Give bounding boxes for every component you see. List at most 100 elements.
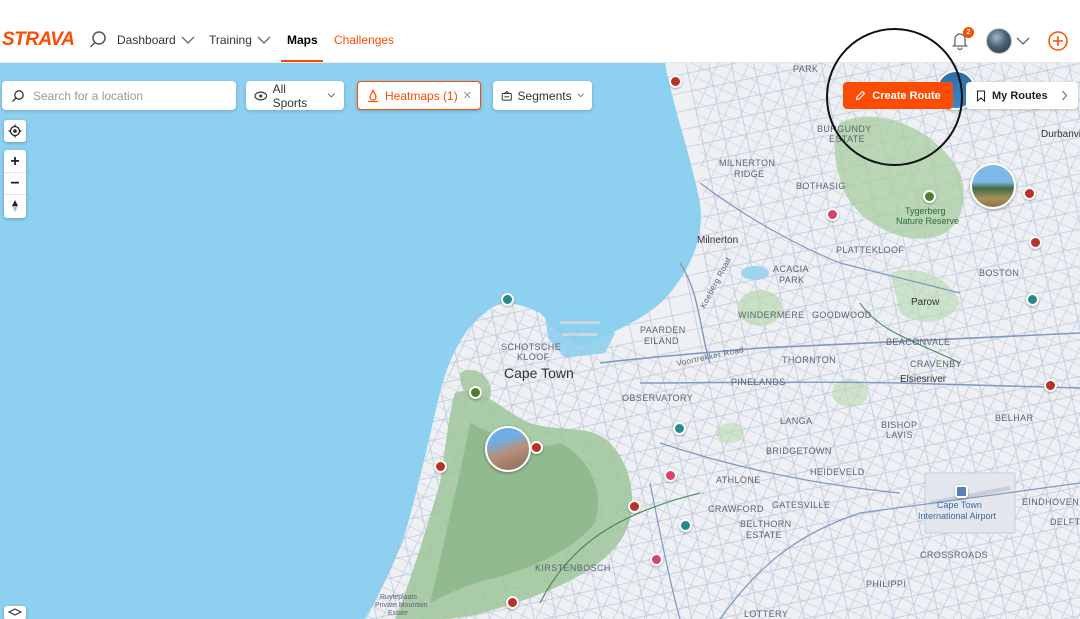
poi-pin[interactable] <box>434 460 447 473</box>
layers-icon <box>8 608 22 616</box>
chevron-down-icon <box>257 36 271 44</box>
map-label: LOTTERY <box>744 609 789 619</box>
map-label: ESTATE <box>746 530 783 540</box>
active-tab-indicator <box>281 60 323 62</box>
map-label: ESTATE <box>829 134 866 144</box>
clear-heatmap-icon[interactable]: ✕ <box>463 89 472 102</box>
poi-pin[interactable] <box>664 469 677 482</box>
map-label: RIDGE <box>734 169 765 179</box>
map-layers-button[interactable] <box>4 606 26 619</box>
bookmark-icon <box>976 89 986 102</box>
nav-dashboard[interactable]: Dashboard <box>117 33 195 47</box>
heatmaps-filter[interactable]: Heatmaps (1) ✕ <box>357 81 481 110</box>
poi-pin[interactable] <box>469 386 482 399</box>
my-routes-label: My Routes <box>992 89 1048 102</box>
map-label: OBSERVATORY <box>622 393 694 403</box>
photo-marker[interactable] <box>485 426 531 472</box>
zoom-out-button[interactable]: − <box>4 173 26 195</box>
all-sports-label: All Sports <box>272 81 308 110</box>
map-label: ATHLONE <box>716 475 761 485</box>
poi-pin[interactable] <box>650 553 663 566</box>
map-label: CRAVENBY <box>910 359 963 369</box>
poi-pin[interactable] <box>1026 293 1039 306</box>
map-label: CRAWFORD <box>708 504 764 514</box>
strava-logo[interactable]: STRAVA <box>2 29 75 51</box>
map-label: BISHOP <box>881 420 918 430</box>
map-label: Milnerton <box>697 235 739 246</box>
poi-pin[interactable] <box>1029 236 1042 249</box>
map-label: Parow <box>911 297 940 308</box>
top-navigation: STRAVA Dashboard Training Maps Challenge… <box>0 0 1080 63</box>
segments-filter[interactable]: Segments <box>493 81 592 110</box>
nav-challenges[interactable]: Challenges <box>334 33 394 47</box>
heatmap-icon <box>368 88 378 102</box>
notification-badge: 2 <box>963 27 974 38</box>
crosshair-icon <box>8 124 22 138</box>
nav-dashboard-label: Dashboard <box>117 33 176 47</box>
create-route-label: Create Route <box>872 89 941 102</box>
poi-pin[interactable] <box>506 596 519 609</box>
poi-pin[interactable] <box>826 208 839 221</box>
map-label: EINDHOVEN <box>1022 497 1080 507</box>
avatar[interactable] <box>986 28 1012 54</box>
map-label: International Airport <box>918 511 997 521</box>
map-label-city: Cape Town <box>504 365 574 381</box>
map-label: PLATTEKLOOF <box>836 245 905 255</box>
map-label: Estate <box>388 610 408 617</box>
map-label: KIRSTENBOSCH <box>535 563 611 573</box>
airport-icon[interactable] <box>955 485 968 498</box>
map-label: PHILIPPI <box>866 579 907 589</box>
segments-icon <box>501 90 512 101</box>
map-label: GATESVILLE <box>772 500 831 510</box>
heatmaps-label: Heatmaps (1) <box>385 88 458 103</box>
search-input[interactable] <box>33 88 223 103</box>
map-label: BOTHASIG <box>796 181 846 191</box>
poi-pin[interactable] <box>923 190 936 203</box>
chevron-down-icon[interactable] <box>1016 36 1030 46</box>
locate-me-button[interactable] <box>4 120 26 142</box>
map-label: HEIDEVELD <box>810 467 865 477</box>
poi-pin[interactable] <box>501 293 514 306</box>
search-icon[interactable] <box>88 30 108 50</box>
map-label: KLOOF <box>517 352 550 362</box>
zoom-controls: + − <box>4 150 26 218</box>
map-label: PARK <box>779 275 805 285</box>
chevron-down-icon <box>577 93 584 98</box>
map-label: LANGA <box>780 416 813 426</box>
map-label: Elsiesriver <box>900 374 947 385</box>
photo-marker[interactable] <box>970 163 1016 209</box>
map-label: BELHAR <box>995 413 1034 423</box>
nav-maps[interactable]: Maps <box>287 33 318 47</box>
poi-pin[interactable] <box>628 500 641 513</box>
poi-pin[interactable] <box>530 441 543 454</box>
create-route-button[interactable]: Create Route <box>843 82 953 109</box>
map-label: BELTHORN <box>740 519 792 529</box>
plus-circle-icon[interactable] <box>1047 30 1069 52</box>
nav-training[interactable]: Training <box>209 33 271 47</box>
zoom-in-button[interactable]: + <box>4 151 26 173</box>
nav-training-label: Training <box>209 33 252 47</box>
poi-pin[interactable] <box>673 422 686 435</box>
compass-icon <box>12 200 18 212</box>
location-search[interactable] <box>2 81 236 110</box>
compass-button[interactable] <box>4 195 26 217</box>
map-label: MILNERTON <box>719 158 776 168</box>
search-icon <box>12 89 24 102</box>
map-label: EILAND <box>644 336 679 346</box>
map-label: BOSTON <box>979 268 1020 278</box>
map-label: GOODWOOD <box>812 310 872 320</box>
all-sports-filter[interactable]: All Sports <box>246 81 344 110</box>
my-routes-button[interactable]: My Routes <box>966 82 1078 109</box>
map-label: Cape Town <box>937 500 982 510</box>
poi-pin[interactable] <box>679 519 692 532</box>
pencil-icon <box>856 90 866 101</box>
map-label: CROSSROADS <box>920 550 989 560</box>
map-canvas[interactable]: PARK BURGUNDY ESTATE Durbanvi MILNERTON … <box>0 63 1080 619</box>
map-label: BRIDGETOWN <box>766 446 832 456</box>
map-label: PAARDEN <box>640 325 686 335</box>
poi-pin[interactable] <box>1023 187 1036 200</box>
poi-pin[interactable] <box>1044 379 1057 392</box>
map-label: Tygerberg <box>905 206 946 216</box>
poi-pin[interactable] <box>669 75 682 88</box>
segments-label: Segments <box>517 88 572 103</box>
